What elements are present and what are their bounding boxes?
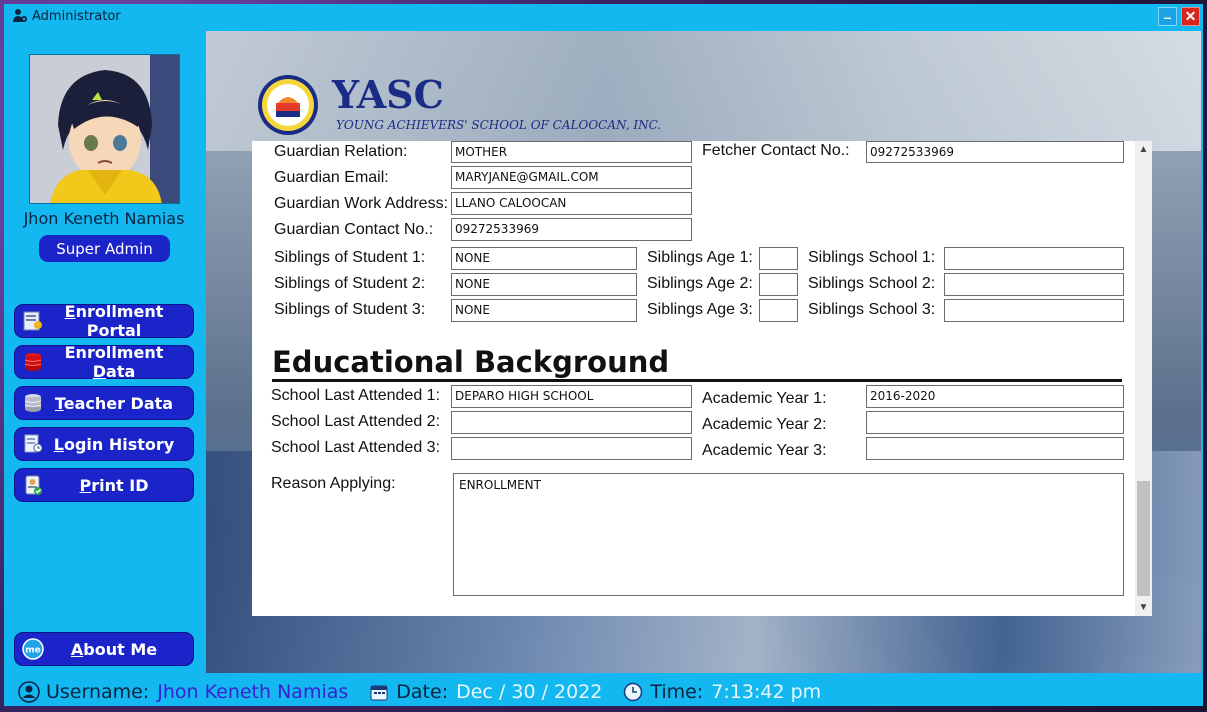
school-logo: YASC YOUNG ACHIEVERS' SCHOOL OF CALOOCAN… [252,72,661,137]
academic-year-label: Academic Year 1: [702,390,827,407]
sibling-school-label: Siblings School 2: [808,275,936,292]
sibling-name-field[interactable]: NONE [451,273,637,296]
svg-text:me: me [25,646,40,656]
academic-year-label: Academic Year 3: [702,442,827,459]
school-last-attended-label: School Last Attended 3: [271,439,441,456]
academic-year-field[interactable] [866,411,1124,434]
academic-year-label: Academic Year 2: [702,416,827,433]
academic-year-field[interactable]: 2016-2020 [866,385,1124,408]
time-label: Time: [650,680,704,703]
enrollment-data-button[interactable]: Enrollment Data [14,343,194,381]
role-badge: Super Admin [39,235,170,262]
sibling-name-label: Siblings of Student 1: [274,249,426,266]
guardian-work-address-label: Guardian Work Address: [274,195,449,212]
window-title: Administrator [32,8,121,24]
guardian-email-label: Guardian Email: [274,169,389,186]
nav-label: Enrollment Data [64,343,164,381]
student-form: Guardian Relation: MOTHER Fetcher Contac… [252,141,1152,616]
date-label: Date: [396,680,449,703]
sibling-name-label: Siblings of Student 3: [274,301,426,318]
school-last-attended-label: School Last Attended 2: [271,413,441,430]
sibling-name-field[interactable]: NONE [451,299,637,322]
guardian-work-address-field[interactable]: LLANO CALOOCAN [451,192,692,215]
reason-applying-textarea[interactable]: ENROLLMENT [453,473,1124,596]
sibling-age-field[interactable] [759,299,798,322]
print-id-button[interactable]: Print ID [14,468,194,502]
database-gray-icon [21,391,45,415]
sibling-age-field[interactable] [759,273,798,296]
section-divider [272,379,1122,382]
nav-label: Teacher Data [54,393,174,413]
sibling-school-field[interactable] [944,273,1124,296]
logo-subtitle: YOUNG ACHIEVERS' SCHOOL OF CALOOCAN, INC… [336,118,662,132]
print-id-icon [21,473,45,497]
admin-user-icon [12,8,28,24]
academic-year-field[interactable] [866,437,1124,460]
calendar-icon [368,681,390,703]
about-me-button[interactable]: me About Me [14,632,194,666]
reason-applying-label: Reason Applying: [271,475,396,492]
minimize-button[interactable]: – [1158,7,1177,26]
nav-label: Login History [53,434,175,454]
nav-label: Print ID [79,475,149,495]
sibling-name-field[interactable]: NONE [451,247,637,270]
sibling-school-field[interactable] [944,299,1124,322]
school-seal-icon [258,75,318,135]
school-last-attended-field[interactable]: DEPARO HIGH SCHOOL [451,385,692,408]
login-history-button[interactable]: Login History [14,427,194,461]
about-me-icon: me [21,637,45,661]
close-button[interactable]: ✕ [1181,7,1200,26]
sidebar-user-name: Jhon Keneth Namias [23,209,185,228]
scroll-up-icon[interactable]: ▲ [1135,141,1152,158]
sibling-school-label: Siblings School 1: [808,249,936,266]
database-red-icon [21,350,45,374]
nav-label: Enrollment Portal [64,302,164,340]
nav-label: About Me [70,639,158,659]
section-title: Educational Background [272,345,670,379]
scroll-thumb[interactable] [1137,481,1150,596]
date-value: Dec / 30 / 2022 [456,680,603,703]
school-last-attended-field[interactable] [451,437,692,460]
guardian-contact-label: Guardian Contact No.: [274,221,434,238]
username-value: Jhon Keneth Namias [157,680,349,703]
guardian-contact-field[interactable]: 09272533969 [451,218,692,241]
teacher-data-button[interactable]: Teacher Data [14,386,194,420]
sibling-age-field[interactable] [759,247,798,270]
guardian-relation-field[interactable]: MOTHER [451,141,692,163]
sibling-age-label: Siblings Age 3: [647,301,753,318]
main-window: Administrator – ✕ Jhon Keneth Namias Sup… [4,4,1203,706]
sibling-name-label: Siblings of Student 2: [274,275,426,292]
user-icon [18,680,40,703]
sibling-age-label: Siblings Age 1: [647,249,753,266]
fetcher-contact-label: Fetcher Contact No.: [702,142,850,159]
status-bar: Username: Jhon Keneth Namias Date: Dec /… [4,677,1203,706]
enrollment-portal-icon [21,309,45,333]
guardian-relation-label: Guardian Relation: [274,143,408,160]
title-bar: Administrator – ✕ [4,4,1203,28]
school-last-attended-label: School Last Attended 1: [271,387,441,404]
sibling-age-label: Siblings Age 2: [647,275,753,292]
username-label: Username: [46,680,150,703]
fetcher-contact-field[interactable]: 09272533969 [866,141,1124,163]
sibling-school-label: Siblings School 3: [808,301,936,318]
sibling-school-field[interactable] [944,247,1124,270]
clock-icon [622,681,644,703]
enrollment-portal-button[interactable]: Enrollment Portal [14,302,194,340]
school-last-attended-field[interactable] [451,411,692,434]
time-value: 7:13:42 pm [711,680,822,703]
scroll-down-icon[interactable]: ▼ [1135,599,1152,616]
avatar [29,54,180,204]
history-icon [21,432,45,456]
logo-title: YASC [332,72,444,117]
main-panel: YASC YOUNG ACHIEVERS' SCHOOL OF CALOOCAN… [206,31,1201,673]
guardian-email-field[interactable]: MARYJANE@GMAIL.COM [451,166,692,189]
form-scrollbar[interactable]: ▲ ▼ [1135,141,1152,616]
